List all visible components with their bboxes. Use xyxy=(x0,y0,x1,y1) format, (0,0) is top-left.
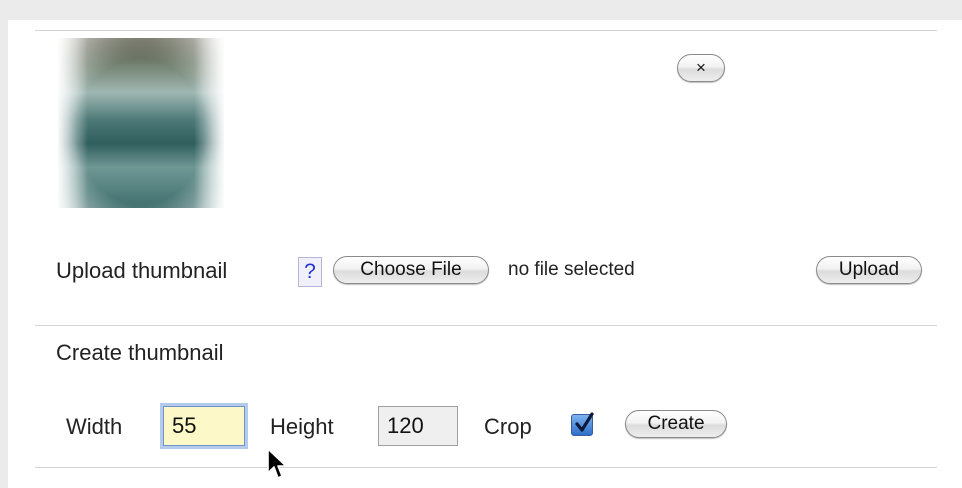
crop-checkbox[interactable] xyxy=(571,412,594,436)
top-divider xyxy=(35,30,937,31)
thumbnail-vignette xyxy=(58,38,224,208)
upload-thumbnail-label: Upload thumbnail xyxy=(56,258,228,283)
upload-button[interactable]: Upload xyxy=(816,256,922,284)
help-button[interactable]: ? xyxy=(298,257,322,287)
middle-divider xyxy=(35,325,937,326)
thumbnail-preview-image xyxy=(58,38,224,208)
choose-file-button[interactable]: Choose File xyxy=(333,256,489,284)
remove-thumbnail-button[interactable]: × xyxy=(677,54,725,82)
checkmark-icon xyxy=(575,412,594,432)
height-label: Height xyxy=(270,414,334,439)
close-icon: × xyxy=(696,58,706,77)
create-button[interactable]: Create xyxy=(625,410,727,438)
file-status-text: no file selected xyxy=(508,259,635,280)
mouse-pointer-icon xyxy=(267,448,287,479)
bottom-divider xyxy=(35,467,937,468)
create-thumbnail-heading: Create thumbnail xyxy=(56,340,224,365)
height-input[interactable]: 120 xyxy=(378,406,458,446)
width-input[interactable]: 55 xyxy=(163,406,245,446)
crop-label: Crop xyxy=(484,414,532,439)
width-label: Width xyxy=(66,414,123,439)
